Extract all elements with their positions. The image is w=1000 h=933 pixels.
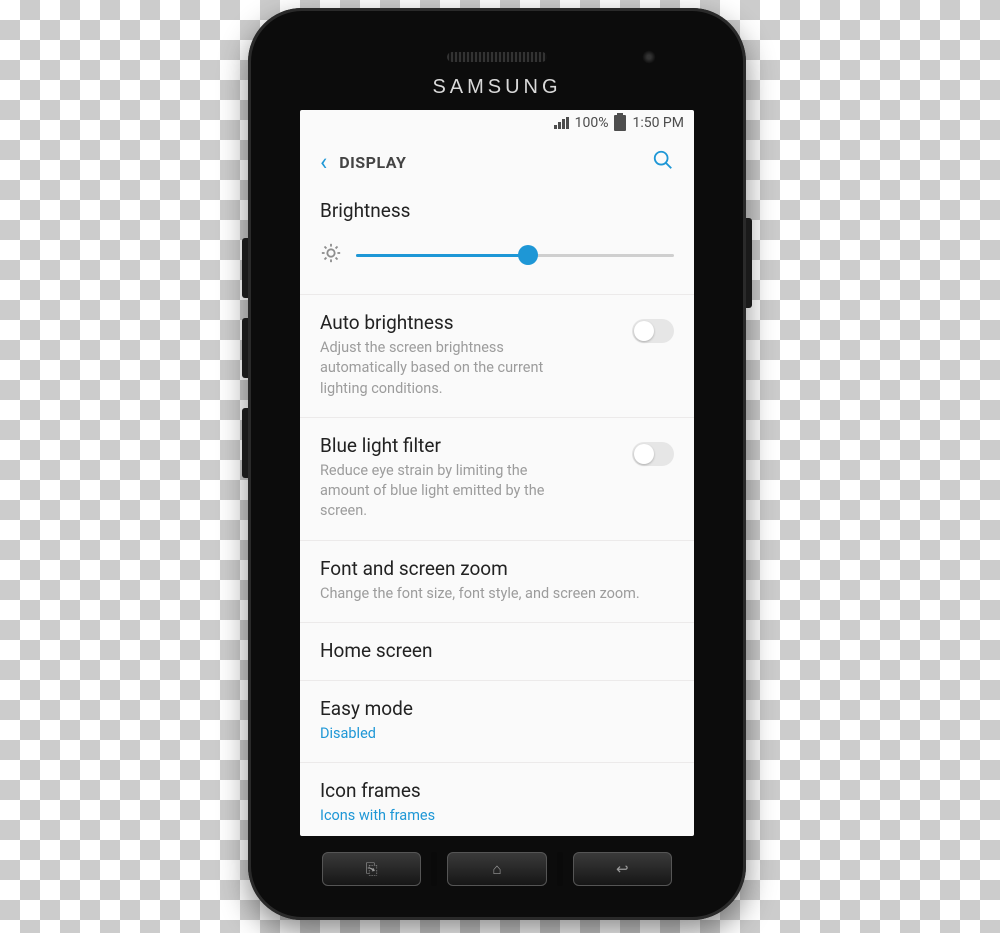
phone-frame: SAMSUNG 100% 1:50 PM ‹ DISPLAY Brightnes…	[248, 8, 746, 920]
blue-light-item[interactable]: Blue light filter Reduce eye strain by l…	[300, 417, 694, 540]
font-zoom-label: Font and screen zoom	[320, 557, 674, 580]
font-zoom-item[interactable]: Font and screen zoom Change the font siz…	[300, 540, 694, 622]
brightness-section: Brightness	[300, 189, 694, 294]
brightness-track[interactable]	[356, 254, 674, 257]
auto-brightness-item[interactable]: Auto brightness Adjust the screen bright…	[300, 294, 694, 417]
icon-frames-value: Icons with frames	[320, 806, 580, 826]
status-bar: 100% 1:50 PM	[300, 110, 694, 136]
icon-frames-item[interactable]: Icon frames Icons with frames	[300, 762, 694, 836]
volume-up-button[interactable]	[242, 238, 248, 298]
clock: 1:50 PM	[632, 115, 684, 131]
brightness-icon	[320, 242, 342, 268]
blue-light-label: Blue light filter	[320, 434, 632, 457]
signal-icon	[554, 117, 569, 129]
easy-mode-item[interactable]: Easy mode Disabled	[300, 680, 694, 762]
easy-mode-value: Disabled	[320, 724, 580, 744]
home-screen-label: Home screen	[320, 639, 674, 662]
brightness-label: Brightness	[320, 199, 674, 222]
font-zoom-sub: Change the font size, font style, and sc…	[320, 584, 674, 604]
battery-icon	[614, 115, 626, 131]
brightness-slider[interactable]	[320, 242, 674, 268]
volume-down-button[interactable]	[242, 318, 248, 378]
easy-mode-label: Easy mode	[320, 697, 674, 720]
battery-pct: 100%	[575, 115, 609, 131]
page-header: ‹ DISPLAY	[300, 136, 694, 189]
back-icon[interactable]: ‹	[314, 144, 333, 180]
hardware-nav: ⎘ ⌂ ↩	[322, 852, 672, 886]
blue-light-toggle[interactable]	[632, 442, 674, 466]
brightness-fill	[356, 254, 528, 257]
side-key-button[interactable]	[242, 408, 248, 478]
device-brand: SAMSUNG	[432, 76, 561, 99]
page-title: DISPLAY	[339, 153, 646, 172]
home-screen-item[interactable]: Home screen	[300, 622, 694, 680]
recents-button[interactable]: ⎘	[322, 852, 421, 886]
power-button[interactable]	[746, 218, 752, 308]
hw-separator	[431, 852, 437, 886]
back-button[interactable]: ↩	[573, 852, 672, 886]
brightness-thumb[interactable]	[518, 245, 538, 265]
hw-separator	[557, 852, 563, 886]
auto-brightness-sub: Adjust the screen brightness automatical…	[320, 338, 580, 399]
front-camera	[642, 50, 656, 64]
settings-list: Brightness	[300, 189, 694, 836]
search-icon[interactable]	[646, 143, 680, 181]
auto-brightness-toggle[interactable]	[632, 319, 674, 343]
earpiece	[447, 52, 547, 62]
blue-light-sub: Reduce eye strain by limiting the amount…	[320, 461, 580, 522]
auto-brightness-label: Auto brightness	[320, 311, 632, 334]
icon-frames-label: Icon frames	[320, 779, 674, 802]
screen: 100% 1:50 PM ‹ DISPLAY Brightness	[300, 110, 694, 836]
home-button[interactable]: ⌂	[447, 852, 546, 886]
